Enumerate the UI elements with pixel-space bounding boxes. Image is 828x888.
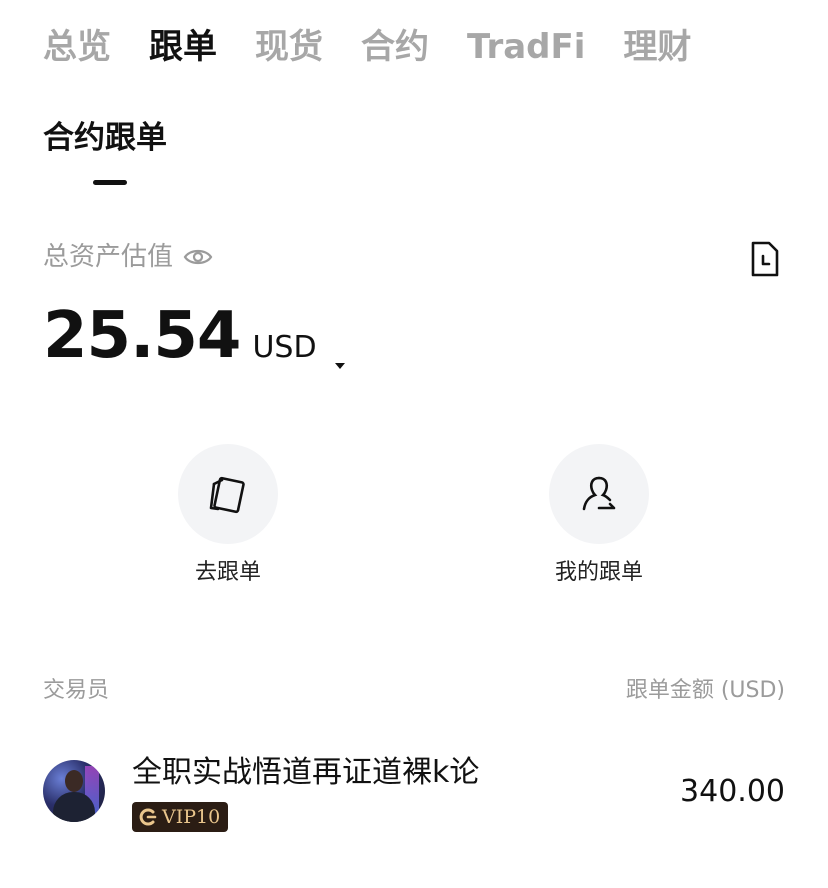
go-copy-trade-button[interactable]: 去跟单 — [138, 444, 318, 588]
copy-amount: 340.00 — [680, 774, 785, 809]
vip-badge: VIP10 — [132, 802, 229, 832]
tab-earn[interactable]: 理财 — [623, 24, 691, 70]
sub-tab-futures-copy[interactable]: 合约跟单 — [43, 118, 167, 185]
currency-selector[interactable]: USD — [252, 328, 346, 369]
go-copy-icon-circle — [178, 444, 278, 544]
tab-copy-trading[interactable]: 跟单 — [149, 24, 217, 70]
asset-header: 总资产估值 — [43, 238, 213, 276]
my-copy-label: 我的跟单 — [554, 560, 643, 585]
go-copy-label: 去跟单 — [194, 560, 261, 585]
sub-tab-indicator — [93, 180, 127, 185]
my-copy-trade-button[interactable]: 我的跟单 — [509, 444, 689, 588]
total-asset-label: 总资产估值 — [43, 242, 174, 272]
trader-name: 全职实战悟道再证道裸k论 — [132, 755, 480, 790]
avatar-head — [65, 770, 83, 792]
asset-value-row: 25.54 USD — [43, 296, 346, 376]
tab-spot[interactable]: 现货 — [255, 24, 323, 70]
currency-label: USD — [252, 330, 317, 365]
caret-down-icon — [334, 341, 346, 369]
trader-row[interactable]: 全职实战悟道再证道裸k论 VIP10 340.00 — [43, 748, 785, 838]
avatar-body — [53, 792, 95, 822]
sub-tab-label: 合约跟单 — [43, 120, 167, 156]
total-asset-value: 25.54 — [43, 299, 241, 373]
trader-column-header: 交易员 — [43, 678, 110, 703]
avatar — [43, 760, 105, 822]
history-record-icon[interactable] — [749, 240, 781, 278]
amount-column-header: 跟单金额 (USD) — [625, 678, 785, 703]
user-transfer-icon — [582, 476, 616, 511]
tab-futures[interactable]: 合约 — [361, 24, 429, 70]
tab-tradfi[interactable]: TradFi — [467, 24, 585, 70]
tab-overview[interactable]: 总览 — [43, 24, 111, 70]
eye-icon[interactable] — [183, 246, 213, 268]
vip-crown-icon — [139, 808, 157, 826]
top-tabs: 总览 跟单 现货 合约 TradFi 理财 — [43, 24, 729, 70]
copy-trading-page: 总览 跟单 现货 合约 TradFi 理财 合约跟单 总资产估值 25.54 U… — [0, 0, 828, 888]
vip-level: VIP10 — [162, 806, 221, 828]
my-copy-icon-circle — [549, 444, 649, 544]
cards-icon — [209, 476, 245, 514]
trader-list-header: 交易员 跟单金额 (USD) — [43, 676, 785, 706]
